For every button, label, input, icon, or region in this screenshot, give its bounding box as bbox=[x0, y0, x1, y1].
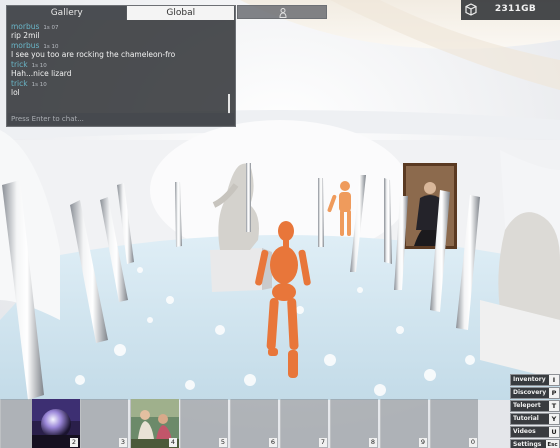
hotbar-slot-2[interactable]: 2 bbox=[31, 399, 80, 448]
chat-panel: Gallery Global morbus 1s 07 rip 2mil morb… bbox=[6, 5, 236, 127]
hotbar: 1 2 3 4 bbox=[0, 399, 560, 448]
chat-username[interactable]: trick bbox=[11, 60, 28, 69]
hotkey-badge: P bbox=[549, 388, 559, 398]
chat-message-text: rip 2mil bbox=[11, 31, 40, 40]
hotbar-slot-8[interactable]: 8 bbox=[330, 399, 378, 448]
person-icon bbox=[279, 8, 287, 18]
cube-icon bbox=[465, 3, 477, 16]
chat-log[interactable]: morbus 1s 07 rip 2mil morbus 1s 10 I see y… bbox=[11, 22, 227, 116]
currency-display: 2311GB bbox=[461, 0, 560, 20]
players-tab[interactable] bbox=[237, 5, 327, 19]
slot-number: 7 bbox=[319, 438, 327, 447]
hotbar-slot-9[interactable]: 9 bbox=[380, 399, 428, 448]
hotbar-slot-6[interactable]: 6 bbox=[230, 399, 278, 448]
chat-timestamp: 1s 07 bbox=[43, 25, 59, 31]
hotbar-slot-3[interactable]: 3 bbox=[80, 399, 128, 448]
chat-message-text: lol bbox=[11, 88, 20, 97]
menu-label: Discovery bbox=[513, 389, 547, 396]
slot-number: 4 bbox=[169, 438, 177, 447]
hotbar-slot-7[interactable]: 7 bbox=[280, 399, 328, 448]
slot-number: 8 bbox=[369, 438, 377, 447]
slot-number: 3 bbox=[119, 438, 127, 447]
chat-message-header: trick 1s 10 bbox=[11, 60, 227, 69]
slot-number: 5 bbox=[219, 438, 227, 447]
chat-username[interactable]: trick bbox=[11, 79, 28, 88]
menu-inventory[interactable]: Inventory I bbox=[510, 374, 560, 386]
hotbar-slot-0[interactable]: 0 bbox=[430, 399, 478, 448]
tab-gallery[interactable]: Gallery bbox=[7, 6, 128, 20]
chat-message-header: morbus 1s 10 bbox=[11, 41, 227, 50]
slot-number: 0 bbox=[469, 438, 477, 447]
chat-message-text: I see you too are rocking the chameleon-… bbox=[11, 50, 176, 59]
slot-number: 9 bbox=[419, 438, 427, 447]
chat-message-header: morbus 1s 07 bbox=[11, 22, 227, 31]
chat-tabs: Gallery Global bbox=[7, 6, 235, 20]
slot-number: 6 bbox=[269, 438, 277, 447]
slot-number: 2 bbox=[70, 438, 78, 447]
chat-input[interactable] bbox=[8, 113, 234, 125]
hotkey-badge: I bbox=[549, 375, 559, 385]
chat-timestamp: 1s 10 bbox=[31, 82, 47, 88]
hotbar-slot-5[interactable]: 5 bbox=[180, 399, 228, 448]
hotbar-slot-4[interactable]: 4 bbox=[130, 399, 179, 448]
chat-username[interactable]: morbus bbox=[11, 41, 39, 50]
menu-label: Inventory bbox=[513, 376, 546, 383]
tab-global[interactable]: Global bbox=[127, 6, 235, 20]
chat-scrollbar[interactable] bbox=[228, 94, 230, 114]
chat-message-header: trick 1s 10 bbox=[11, 79, 227, 88]
chat-message-text: Hah...nice lizard bbox=[11, 69, 72, 78]
chat-username[interactable]: morbus bbox=[11, 22, 39, 31]
currency-amount: 2311GB bbox=[494, 4, 536, 14]
menu-discovery[interactable]: Discovery P bbox=[510, 387, 560, 399]
